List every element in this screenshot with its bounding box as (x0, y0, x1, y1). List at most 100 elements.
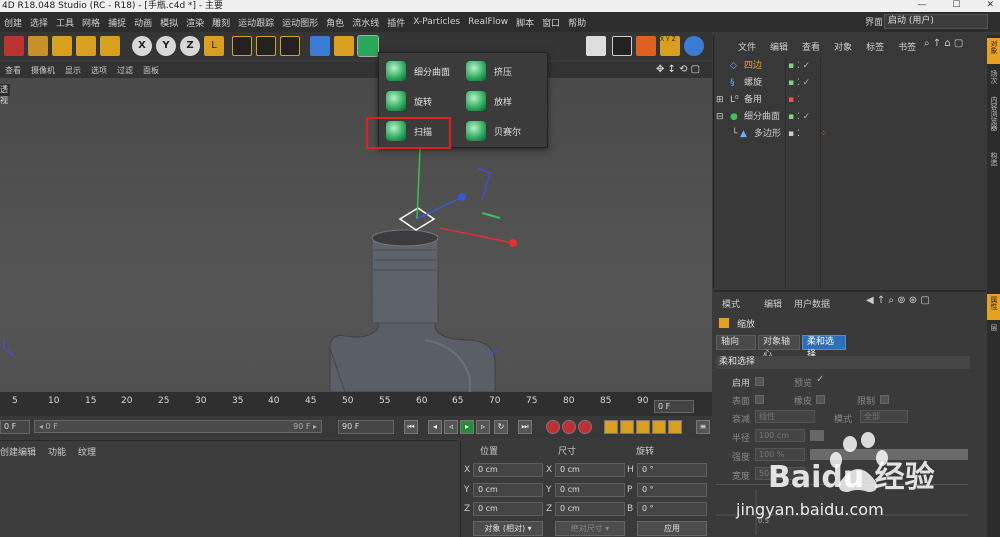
attr-tab-soft-selection[interactable]: 柔和选择 (802, 335, 846, 360)
side-tab-content-browser[interactable]: 内容浏览器 (988, 96, 999, 131)
coordinate-system-icon[interactable]: L (204, 36, 224, 56)
attr-menu-mode[interactable]: 模式 (722, 297, 740, 310)
rotate-tool-icon[interactable] (76, 36, 96, 56)
menu-script[interactable]: 脚本 (512, 16, 538, 29)
menu-xparticles[interactable]: X-Particles (409, 17, 464, 27)
menu-pipeline[interactable]: 流水线 (348, 16, 383, 29)
start-frame-field[interactable]: 0 F (0, 420, 30, 434)
goto-start-icon[interactable]: ⏮ (404, 420, 418, 434)
menu-item-loft[interactable]: 放样 (466, 88, 512, 114)
expand-icon[interactable]: ⊞ (716, 92, 724, 109)
play-icon[interactable]: ▸ (460, 420, 474, 434)
current-frame-field[interactable]: 0 F (654, 400, 694, 413)
menu-help[interactable]: 帮助 (564, 16, 590, 29)
z-axis-handle[interactable] (416, 196, 463, 220)
menu-snap[interactable]: 捕捉 (104, 16, 130, 29)
key-position-icon[interactable] (604, 420, 618, 434)
visibility-check-icon[interactable]: ▪ ⁚ ✓ (788, 75, 810, 92)
move-tool-icon[interactable] (28, 36, 48, 56)
menu-window[interactable]: 窗口 (538, 16, 564, 29)
side-tab-attributes[interactable]: 属性 (988, 296, 999, 310)
visibility-dots-icon[interactable]: ▪ ⁚ (788, 92, 800, 109)
menu-item-bezier[interactable]: 贝赛尔 (466, 118, 521, 144)
render-view-icon[interactable] (232, 36, 252, 56)
surface-checkbox[interactable] (755, 395, 764, 404)
menu-sculpt[interactable]: 雕刻 (208, 16, 234, 29)
object-row[interactable]: § 螺旋 ▪ ⁚ ✓ (714, 75, 986, 92)
viewport-menu-filter[interactable]: 过滤 (112, 65, 138, 76)
attr-tab-axis[interactable]: 轴向 (716, 335, 756, 350)
scene-icon[interactable] (612, 36, 632, 56)
frame-range-slider[interactable]: ◂ 0 F 90 F ▸ (34, 420, 322, 433)
position-y-field[interactable]: 0 cm (473, 483, 543, 497)
menu-item-subdivision-surface[interactable]: 细分曲面 (386, 58, 450, 84)
size-z-field[interactable]: 0 cm (555, 502, 625, 516)
x-axis-lock-icon[interactable]: X (132, 36, 152, 56)
rubber-checkbox[interactable] (816, 395, 825, 404)
om-search-icon[interactable]: ⌕ ↑ ⌂ ▢ (924, 38, 963, 49)
attr-menu-edit[interactable]: 编辑 (764, 297, 782, 310)
object-row[interactable]: ⊞ L⁰ 备用 ▪ ⁚ (714, 92, 986, 109)
attr-nav-icons[interactable]: ◀ ↑ ⌕ ⊚ ⊛ ▢ (866, 295, 930, 306)
material-menu-edit[interactable]: 编辑 (18, 445, 36, 458)
menu-item-extrude[interactable]: 挤压 (466, 58, 512, 84)
visibility-check-icon[interactable]: ▪ ⁚ ✓ (788, 58, 810, 75)
om-menu-tags[interactable]: 标签 (859, 40, 891, 53)
key-parameter-icon[interactable] (652, 420, 666, 434)
subdivision-generator-icon[interactable] (357, 35, 379, 57)
menu-animate[interactable]: 动画 (130, 16, 156, 29)
object-row[interactable]: ⊟ ● 细分曲面 ▪ ⁚ ✓ (714, 109, 986, 126)
size-y-field[interactable]: 0 cm (555, 483, 625, 497)
timeline-menu-icon[interactable]: ≡ (696, 420, 710, 434)
attr-menu-user-data[interactable]: 用户数据 (794, 297, 830, 310)
attr-tab-object-axis[interactable]: 对象轴心 (758, 335, 800, 360)
record-icon[interactable] (546, 420, 560, 434)
viewport-menu-options[interactable]: 选项 (86, 65, 112, 76)
side-tab-layers[interactable]: 层 (988, 324, 999, 331)
deformer-icon[interactable] (586, 36, 606, 56)
om-menu-object[interactable]: 对象 (827, 40, 859, 53)
scale-tool-icon[interactable] (52, 36, 72, 56)
viewport-nav-icons[interactable]: ✥ ↕ ⟲ ▢ (656, 64, 700, 75)
menu-render[interactable]: 渲染 (182, 16, 208, 29)
apply-button[interactable]: 应用 (637, 521, 707, 536)
key-selection-icon[interactable] (578, 420, 592, 434)
mode-select[interactable]: 全部 (860, 410, 908, 423)
loop-icon[interactable]: ↻ (494, 420, 508, 434)
prev-key-icon[interactable]: ◂ (428, 420, 442, 434)
material-menu-create[interactable]: 创建 (0, 445, 18, 458)
side-tab-structure[interactable]: 构造 (988, 152, 999, 166)
y-axis-lock-icon[interactable]: Y (156, 36, 176, 56)
render-settings-icon[interactable] (280, 36, 300, 56)
maximize-button[interactable]: ☐ (952, 0, 960, 12)
auto-key-icon[interactable] (562, 420, 576, 434)
om-menu-view[interactable]: 查看 (795, 40, 827, 53)
viewport-menu-camera[interactable]: 摄像机 (26, 65, 60, 76)
object-row[interactable]: ◇ 四边 ▪ ⁚ ✓ (714, 58, 986, 75)
pen-spline-icon[interactable] (334, 36, 354, 56)
preview-check-icon[interactable]: ✓ (816, 374, 824, 385)
enable-checkbox[interactable] (755, 377, 764, 386)
object-row[interactable]: └ ▲ 多边形 ▪ ⁚ ⁘ (714, 126, 986, 143)
cube-primitive-icon[interactable] (310, 36, 330, 56)
size-x-field[interactable]: 0 cm (555, 463, 625, 477)
side-tab-takes[interactable]: 场次 (988, 70, 999, 84)
coord-mode-select[interactable]: 对象 (相对) ▾ (473, 521, 543, 536)
menu-motion-tracking[interactable]: 运动跟踪 (234, 16, 278, 29)
material-tag-icon[interactable]: ⁘ (820, 126, 828, 143)
collapse-icon[interactable]: ⊟ (716, 109, 724, 126)
menu-realflow[interactable]: RealFlow (464, 17, 512, 27)
menu-create[interactable]: 创建 (0, 16, 26, 29)
rotation-b-field[interactable]: 0 ° (637, 502, 707, 516)
om-menu-edit[interactable]: 编辑 (763, 40, 795, 53)
position-z-field[interactable]: 0 cm (473, 502, 543, 516)
z-axis-dot[interactable] (458, 193, 466, 201)
key-scale-icon[interactable] (620, 420, 634, 434)
menu-character[interactable]: 角色 (322, 16, 348, 29)
z-axis-lock-icon[interactable]: Z (180, 36, 200, 56)
material-menu-function[interactable]: 功能 (48, 445, 66, 458)
recent-tool-icon[interactable] (100, 36, 120, 56)
limit-checkbox[interactable] (880, 395, 889, 404)
menu-mograph[interactable]: 运动图形 (278, 16, 322, 29)
menu-mesh[interactable]: 网格 (78, 16, 104, 29)
